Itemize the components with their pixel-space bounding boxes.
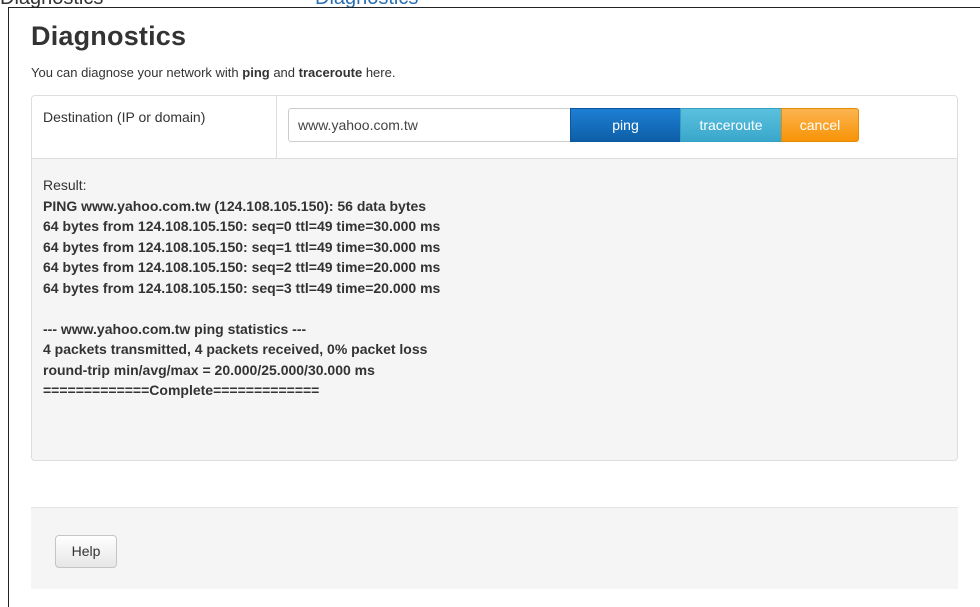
result-line: 64 bytes from 124.108.105.150: seq=0 ttl… <box>43 218 441 234</box>
result-line: round-trip min/avg/max = 20.000/25.000/3… <box>43 361 375 378</box>
page-subtitle: You can diagnose your network with ping … <box>31 65 395 80</box>
result-output: Result: PING www.yahoo.com.tw (124.108.1… <box>43 175 943 401</box>
subtitle-prefix: You can diagnose your network with <box>31 65 243 80</box>
diagnostics-panel: Destination (IP or domain) ping tracerou… <box>31 95 958 461</box>
result-label: Result: <box>43 177 87 193</box>
result-line: 64 bytes from 124.108.105.150: seq=1 ttl… <box>43 238 441 255</box>
subtitle-traceroute: traceroute <box>298 65 363 80</box>
result-line: PING www.yahoo.com.tw (124.108.105.150):… <box>43 197 427 214</box>
destination-input[interactable] <box>288 108 571 142</box>
result-line: 64 bytes from 124.108.105.150: seq=3 ttl… <box>43 279 441 296</box>
result-line: 64 bytes from 124.108.105.150: seq=2 ttl… <box>43 259 441 275</box>
ping-button[interactable]: ping <box>570 108 681 142</box>
destination-label: Destination (IP or domain) <box>43 109 206 125</box>
result-line: 4 packets transmitted, 4 packets receive… <box>43 341 428 357</box>
traceroute-button[interactable]: traceroute <box>680 108 782 142</box>
result-line: --- www.yahoo.com.tw ping statistics --- <box>43 320 307 337</box>
page-title: Diagnostics <box>31 21 187 51</box>
result-line-blank <box>43 298 943 319</box>
footer-bar: Help <box>31 507 958 589</box>
subtitle-ping: ping <box>242 65 270 80</box>
cancel-button[interactable]: cancel <box>781 108 859 142</box>
help-button[interactable]: Help <box>55 535 117 568</box>
destination-label-cell: Destination (IP or domain) <box>32 96 277 158</box>
result-line: =============Complete============= <box>43 382 320 398</box>
subtitle-and: and <box>269 65 299 80</box>
subtitle-suffix: here. <box>362 65 396 80</box>
destination-row: Destination (IP or domain) ping tracerou… <box>32 96 957 159</box>
